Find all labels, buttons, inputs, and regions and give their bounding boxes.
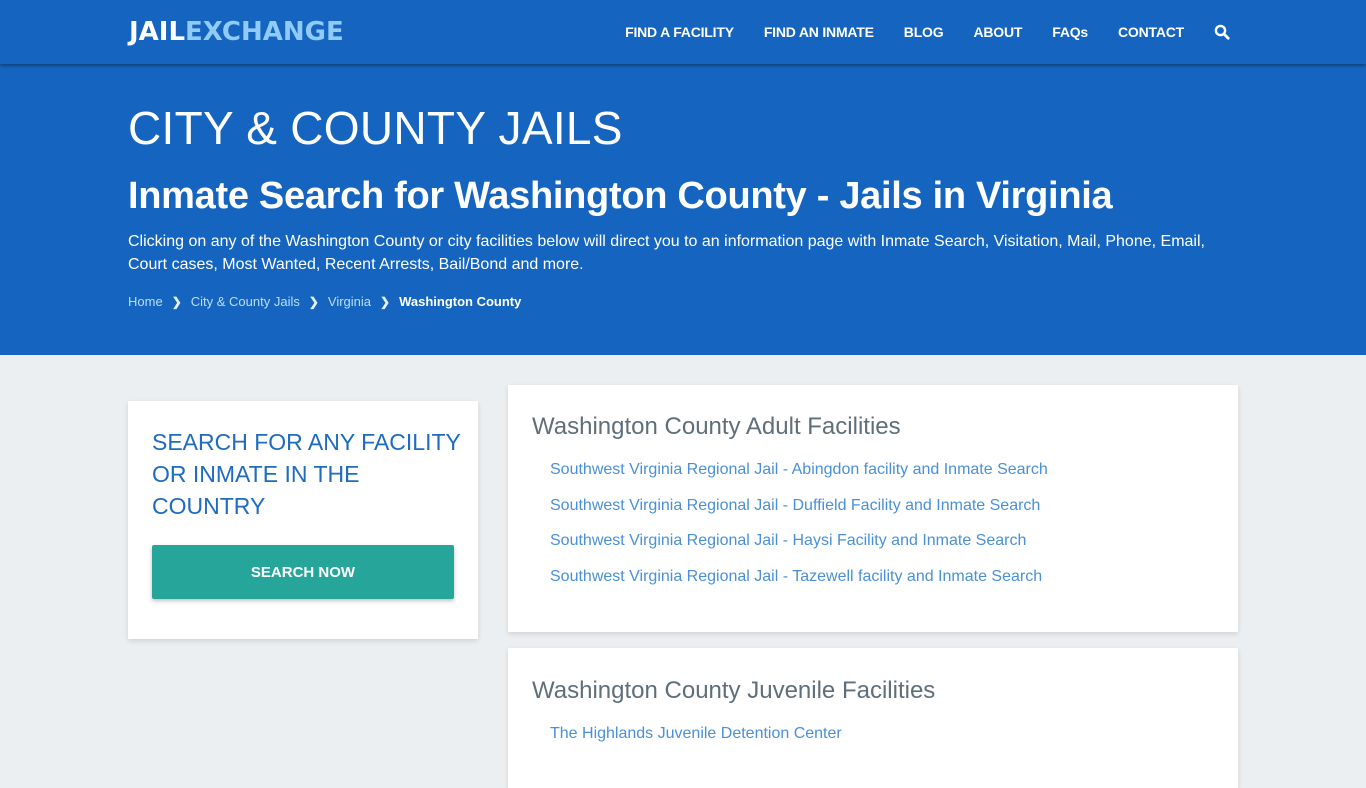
adult-facilities-heading: Washington County Adult Facilities xyxy=(532,413,901,440)
site-logo[interactable]: JAILEXCHANGE xyxy=(129,16,344,48)
chevron-right-icon: ❯ xyxy=(171,294,182,309)
nav-faqs[interactable]: FAQs xyxy=(1052,24,1088,40)
hero-section: CITY & COUNTY JAILS Inmate Search for Wa… xyxy=(0,64,1366,355)
facility-link-haysi[interactable]: Southwest Virginia Regional Jail - Haysi… xyxy=(550,532,1026,549)
search-icon[interactable] xyxy=(1214,24,1230,40)
nav-find-inmate[interactable]: FIND AN INMATE xyxy=(764,24,874,40)
nav-about[interactable]: ABOUT xyxy=(973,24,1022,40)
page-description: Clicking on any of the Washington County… xyxy=(128,233,1205,273)
juvenile-facilities-heading: Washington County Juvenile Facilities xyxy=(532,677,936,704)
chevron-right-icon: ❯ xyxy=(380,294,391,309)
breadcrumb: Home ❯ City & County Jails ❯ Virginia ❯ … xyxy=(128,294,521,309)
facility-link-highlands[interactable]: The Highlands Juvenile Detention Center xyxy=(550,725,842,742)
logo-part-jail: JAIL xyxy=(129,17,186,47)
page-title: CITY & COUNTY JAILS xyxy=(128,102,623,154)
main-nav: FIND A FACILITY FIND AN INMATE BLOG ABOU… xyxy=(595,0,1230,64)
logo-part-exchange: EXCHANGE xyxy=(185,17,344,47)
juvenile-facilities-card: Washington County Juvenile Facilities Th… xyxy=(508,648,1238,788)
search-now-button[interactable]: SEARCH NOW xyxy=(152,545,454,599)
adult-facilities-list: Southwest Virginia Regional Jail - Abing… xyxy=(550,461,1048,603)
list-item: Southwest Virginia Regional Jail - Abing… xyxy=(550,461,1048,497)
adult-facilities-card: Washington County Adult Facilities South… xyxy=(508,385,1238,632)
facility-link-duffield[interactable]: Southwest Virginia Regional Jail - Duffi… xyxy=(550,497,1040,514)
chevron-right-icon: ❯ xyxy=(308,294,319,309)
list-item: Southwest Virginia Regional Jail - Haysi… xyxy=(550,532,1048,568)
search-card: SEARCH FOR ANY FACILITY OR INMATE IN THE… xyxy=(128,401,478,639)
facility-link-abingdon[interactable]: Southwest Virginia Regional Jail - Abing… xyxy=(550,461,1048,478)
list-item: Southwest Virginia Regional Jail - Duffi… xyxy=(550,497,1048,533)
juvenile-facilities-list: The Highlands Juvenile Detention Center xyxy=(550,725,842,761)
breadcrumb-home[interactable]: Home xyxy=(128,294,163,309)
nav-contact[interactable]: CONTACT xyxy=(1118,24,1184,40)
list-item: Southwest Virginia Regional Jail - Tazew… xyxy=(550,568,1048,604)
breadcrumb-current: Washington County xyxy=(399,294,522,309)
breadcrumb-virginia[interactable]: Virginia xyxy=(328,294,371,309)
nav-find-facility[interactable]: FIND A FACILITY xyxy=(625,24,734,40)
search-card-heading: SEARCH FOR ANY FACILITY OR INMATE IN THE… xyxy=(152,429,461,519)
facility-link-tazewell[interactable]: Southwest Virginia Regional Jail - Tazew… xyxy=(550,568,1042,585)
list-item: The Highlands Juvenile Detention Center xyxy=(550,725,842,761)
nav-blog[interactable]: BLOG xyxy=(904,24,944,40)
breadcrumb-city-county-jails[interactable]: City & County Jails xyxy=(191,294,300,309)
top-navbar: JAILEXCHANGE FIND A FACILITY FIND AN INM… xyxy=(0,0,1366,64)
page-subtitle: Inmate Search for Washington County - Ja… xyxy=(128,175,1113,217)
